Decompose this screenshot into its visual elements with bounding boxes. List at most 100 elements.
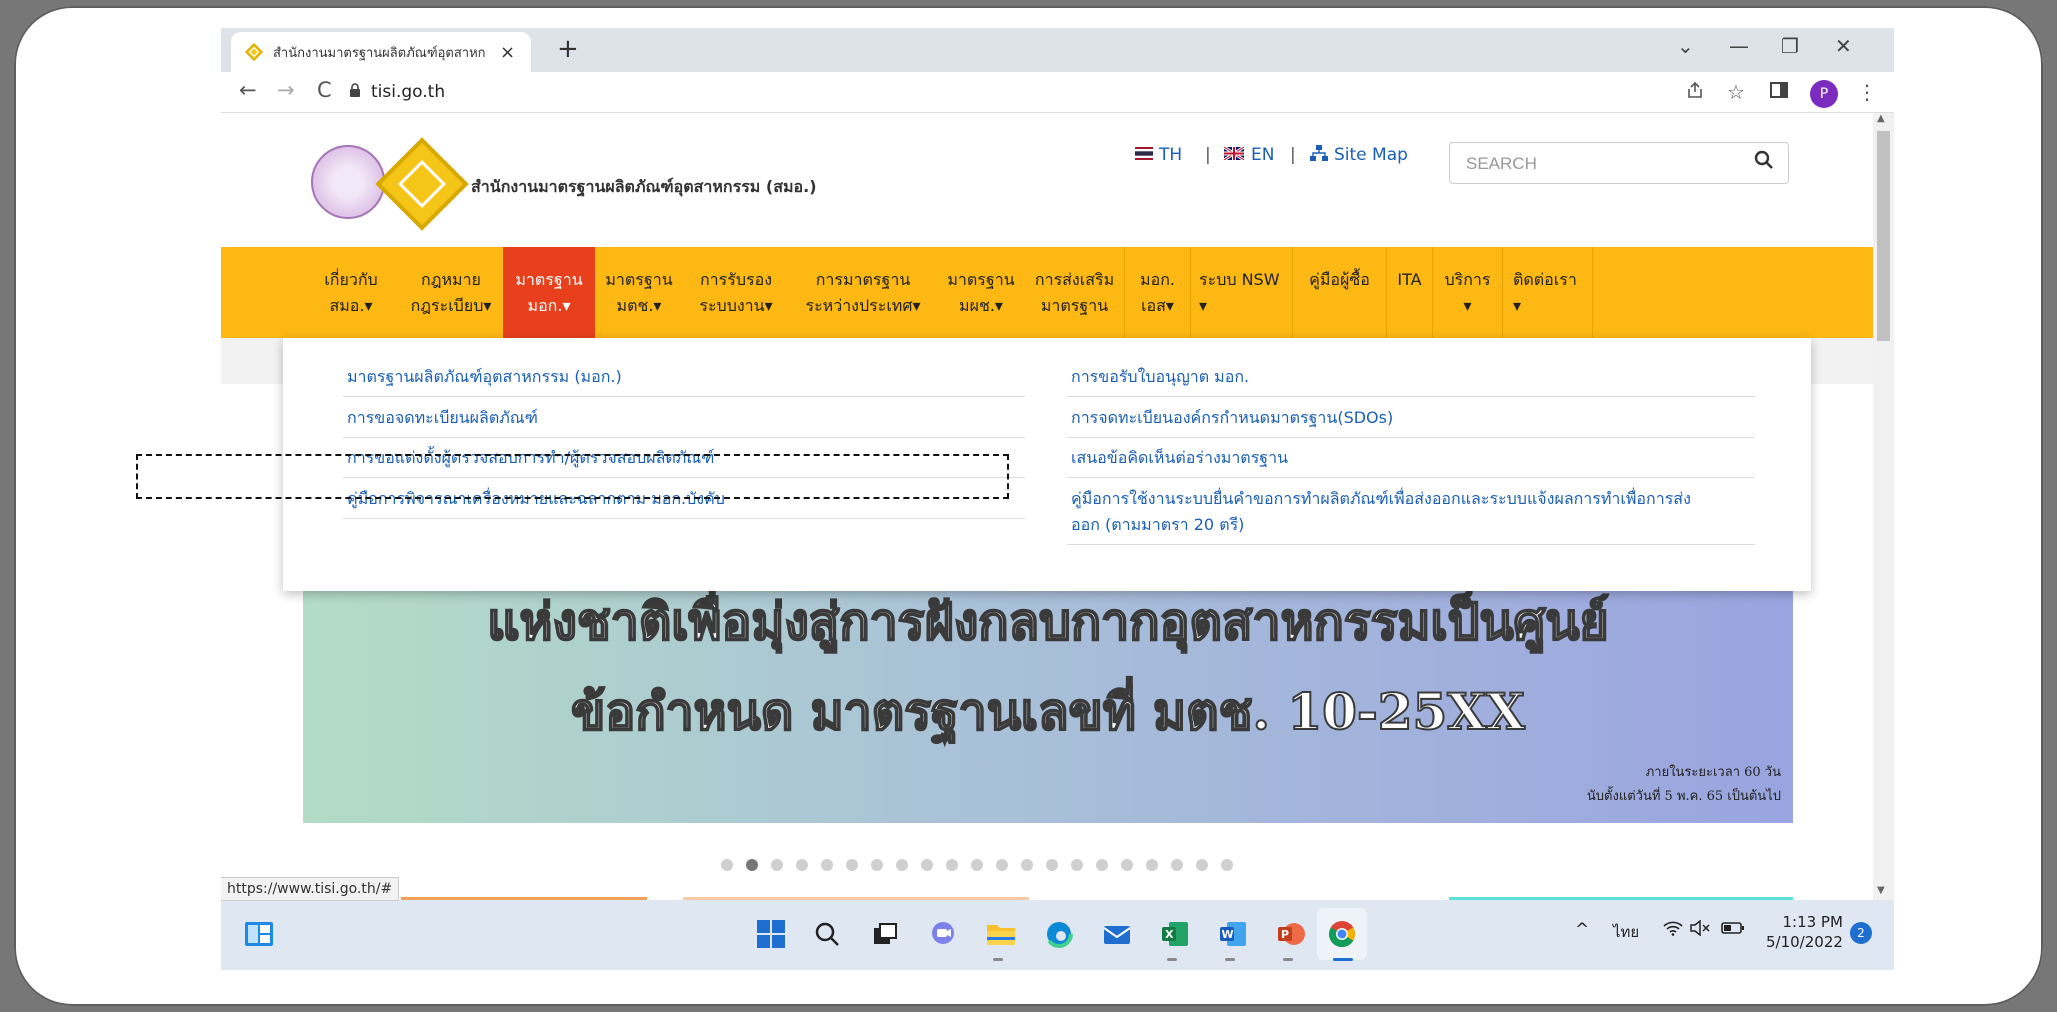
share-icon[interactable] (1685, 80, 1705, 105)
carousel-dot[interactable] (1121, 859, 1133, 871)
menu-label-line2: มตช.▾ (616, 296, 662, 315)
carousel-dot[interactable] (1021, 859, 1033, 871)
carousel-dot[interactable] (896, 859, 908, 871)
tab-title: สำนักงานมาตรฐานผลิตภัณฑ์อุตสาหก (273, 45, 486, 61)
speaker-muted-icon[interactable] (1689, 919, 1711, 941)
battery-icon[interactable] (1721, 920, 1745, 940)
chrome-icon[interactable] (1324, 916, 1360, 952)
carousel-dot[interactable] (1221, 859, 1233, 871)
dropdown-link-sdo-registration[interactable]: การจดทะเบียนองค์กรกำหนดมาตรฐาน(SDOs) (1071, 405, 1393, 431)
reload-icon[interactable]: C (317, 78, 332, 102)
chevron-up-icon[interactable]: ^ (1575, 920, 1589, 940)
restore-icon[interactable]: ❐ (1781, 34, 1799, 58)
carousel-dot[interactable] (771, 859, 783, 871)
menu-label-line2: ▾ (1513, 296, 1522, 315)
menu-contact[interactable]: ติดต่อเรา ▾ (1503, 247, 1593, 338)
side-panel-icon[interactable] (1769, 80, 1789, 105)
tab-search-icon[interactable]: ⌄ (1677, 34, 1694, 58)
menu-about[interactable]: เกี่ยวกับ สมอ.▾ (303, 247, 399, 338)
carousel-dot[interactable] (971, 859, 983, 871)
dropdown-link-tis-standard[interactable]: มาตรฐานผลิตภัณฑ์อุตสาหกรรม (มอก.) (347, 364, 622, 390)
back-icon[interactable]: ← (239, 78, 257, 102)
carousel-dot[interactable] (1196, 859, 1208, 871)
carousel-dot[interactable] (871, 859, 883, 871)
wifi-icon[interactable] (1663, 920, 1683, 941)
dropdown-link-product-registration[interactable]: การขอจดทะเบียนผลิตภัณฑ์ (347, 405, 538, 431)
mail-icon[interactable] (1099, 916, 1135, 952)
tab-close-icon[interactable]: × (500, 42, 515, 63)
teams-chat-icon[interactable] (925, 916, 961, 952)
menu-tcs-standard[interactable]: มาตรฐาน มตช.▾ (595, 247, 683, 338)
screen: สำนักงานมาตรฐานผลิตภัณฑ์อุตสาหก × + ⌄ — … (221, 28, 1894, 970)
file-explorer-icon[interactable] (983, 916, 1019, 952)
carousel-dots (721, 859, 1233, 871)
word-icon[interactable]: W (1215, 916, 1251, 952)
menu-nsw[interactable]: ระบบ NSW ▾ (1191, 247, 1293, 338)
kebab-menu-icon[interactable]: ⋮ (1857, 80, 1877, 104)
running-indicator (1283, 958, 1293, 961)
carousel-dot[interactable] (921, 859, 933, 871)
carousel-dot[interactable] (846, 859, 858, 871)
start-icon[interactable] (753, 916, 789, 952)
menu-label-line1: ระบบ NSW (1199, 270, 1280, 289)
new-tab-button[interactable]: + (557, 34, 579, 64)
carousel-dot[interactable] (1146, 859, 1158, 871)
lang-en-link[interactable]: EN (1251, 145, 1274, 165)
task-view-icon[interactable] (867, 916, 903, 952)
dropdown-link-license-application[interactable]: การขอรับใบอนุญาต มอก. (1071, 364, 1249, 390)
forward-icon[interactable]: → (277, 78, 295, 102)
carousel-dot[interactable] (1046, 859, 1058, 871)
carousel-dot[interactable] (721, 859, 733, 871)
sitemap-link[interactable]: Site Map (1334, 145, 1408, 165)
menu-services[interactable]: บริการ ▾ (1433, 247, 1503, 338)
search-taskbar-icon[interactable] (809, 916, 845, 952)
site-name: สำนักงานมาตรฐานผลิตภัณฑ์อุตสาหกรรม (สมอ.… (471, 177, 817, 196)
menu-law[interactable]: กฎหมาย กฎระเบียบ▾ (399, 247, 503, 338)
scroll-thumb[interactable] (1877, 131, 1890, 341)
bookmark-star-icon[interactable]: ☆ (1727, 80, 1745, 104)
input-language[interactable]: ไทย (1613, 920, 1639, 944)
menu-tis-standard[interactable]: มาตรฐาน มอก.▾ (503, 247, 595, 338)
browser-tab[interactable]: สำนักงานมาตรฐานผลิตภัณฑ์อุตสาหก × (231, 32, 531, 72)
menu-community-standard[interactable]: มาตรฐาน มผช.▾ (937, 247, 1025, 338)
dropdown-link-export-system-guide[interactable]: คู่มือการใช้งานระบบยื่นคำขอการทำผลิตภัณฑ… (1071, 486, 1691, 512)
close-window-icon[interactable]: ✕ (1835, 34, 1852, 58)
scroll-down-icon[interactable]: ▼ (1877, 885, 1885, 896)
page-scrollbar[interactable]: ▲ ▼ (1873, 113, 1894, 900)
profile-avatar[interactable]: P (1810, 80, 1838, 108)
menu-label-line1: ITA (1397, 270, 1422, 289)
address-bar[interactable]: tisi.go.th (371, 82, 445, 102)
powerpoint-icon[interactable]: P (1273, 916, 1309, 952)
carousel-dot[interactable] (946, 859, 958, 871)
edge-icon[interactable] (1041, 916, 1077, 952)
carousel-dot[interactable] (996, 859, 1008, 871)
carousel-dot[interactable] (821, 859, 833, 871)
notification-badge[interactable]: 2 (1850, 922, 1872, 944)
banner-line-2: แห่งชาติเพื่อมุ่งสู่การฝังกลบกากอุตสาหกร… (486, 591, 1609, 652)
menu-label-line1: การส่งเสริม (1034, 270, 1115, 289)
dropdown-link-export-system-guide-cont[interactable]: ออก (ตามมาตรา 20 ตรี) (1071, 512, 1244, 538)
search-icon[interactable] (1754, 150, 1774, 175)
search-input[interactable] (1464, 153, 1738, 175)
dropdown-link-draft-comments[interactable]: เสนอข้อคิดเห็นต่อร่างมาตรฐาน (1071, 445, 1288, 471)
menu-label-line1: บริการ (1444, 270, 1491, 289)
minimize-icon[interactable]: — (1729, 34, 1749, 58)
system-clock[interactable]: 1:13 PM 5/10/2022 (1766, 912, 1843, 952)
widgets-icon[interactable] (241, 916, 277, 952)
running-indicator (993, 958, 1003, 961)
carousel-dot[interactable] (1071, 859, 1083, 871)
excel-icon[interactable]: X (1157, 916, 1193, 952)
menu-tis-s[interactable]: มอก. เอส▾ (1125, 247, 1191, 338)
menu-certification[interactable]: การรับรอง ระบบงาน▾ (683, 247, 789, 338)
carousel-dot[interactable] (1096, 859, 1108, 871)
menu-promotion[interactable]: การส่งเสริม มาตรฐาน (1025, 247, 1125, 338)
carousel-dot[interactable] (796, 859, 808, 871)
menu-ita[interactable]: ITA (1387, 247, 1433, 338)
menu-buyer-guide[interactable]: คู่มือผู้ซื้อ (1293, 247, 1387, 338)
menu-international[interactable]: การมาตรฐาน ระหว่างประเทศ▾ (789, 247, 937, 338)
carousel-dot[interactable] (746, 859, 758, 871)
clock-time: 1:13 PM (1782, 913, 1843, 931)
scroll-up-icon[interactable]: ▲ (1877, 113, 1885, 124)
lang-th-link[interactable]: TH (1159, 145, 1182, 165)
carousel-dot[interactable] (1171, 859, 1183, 871)
